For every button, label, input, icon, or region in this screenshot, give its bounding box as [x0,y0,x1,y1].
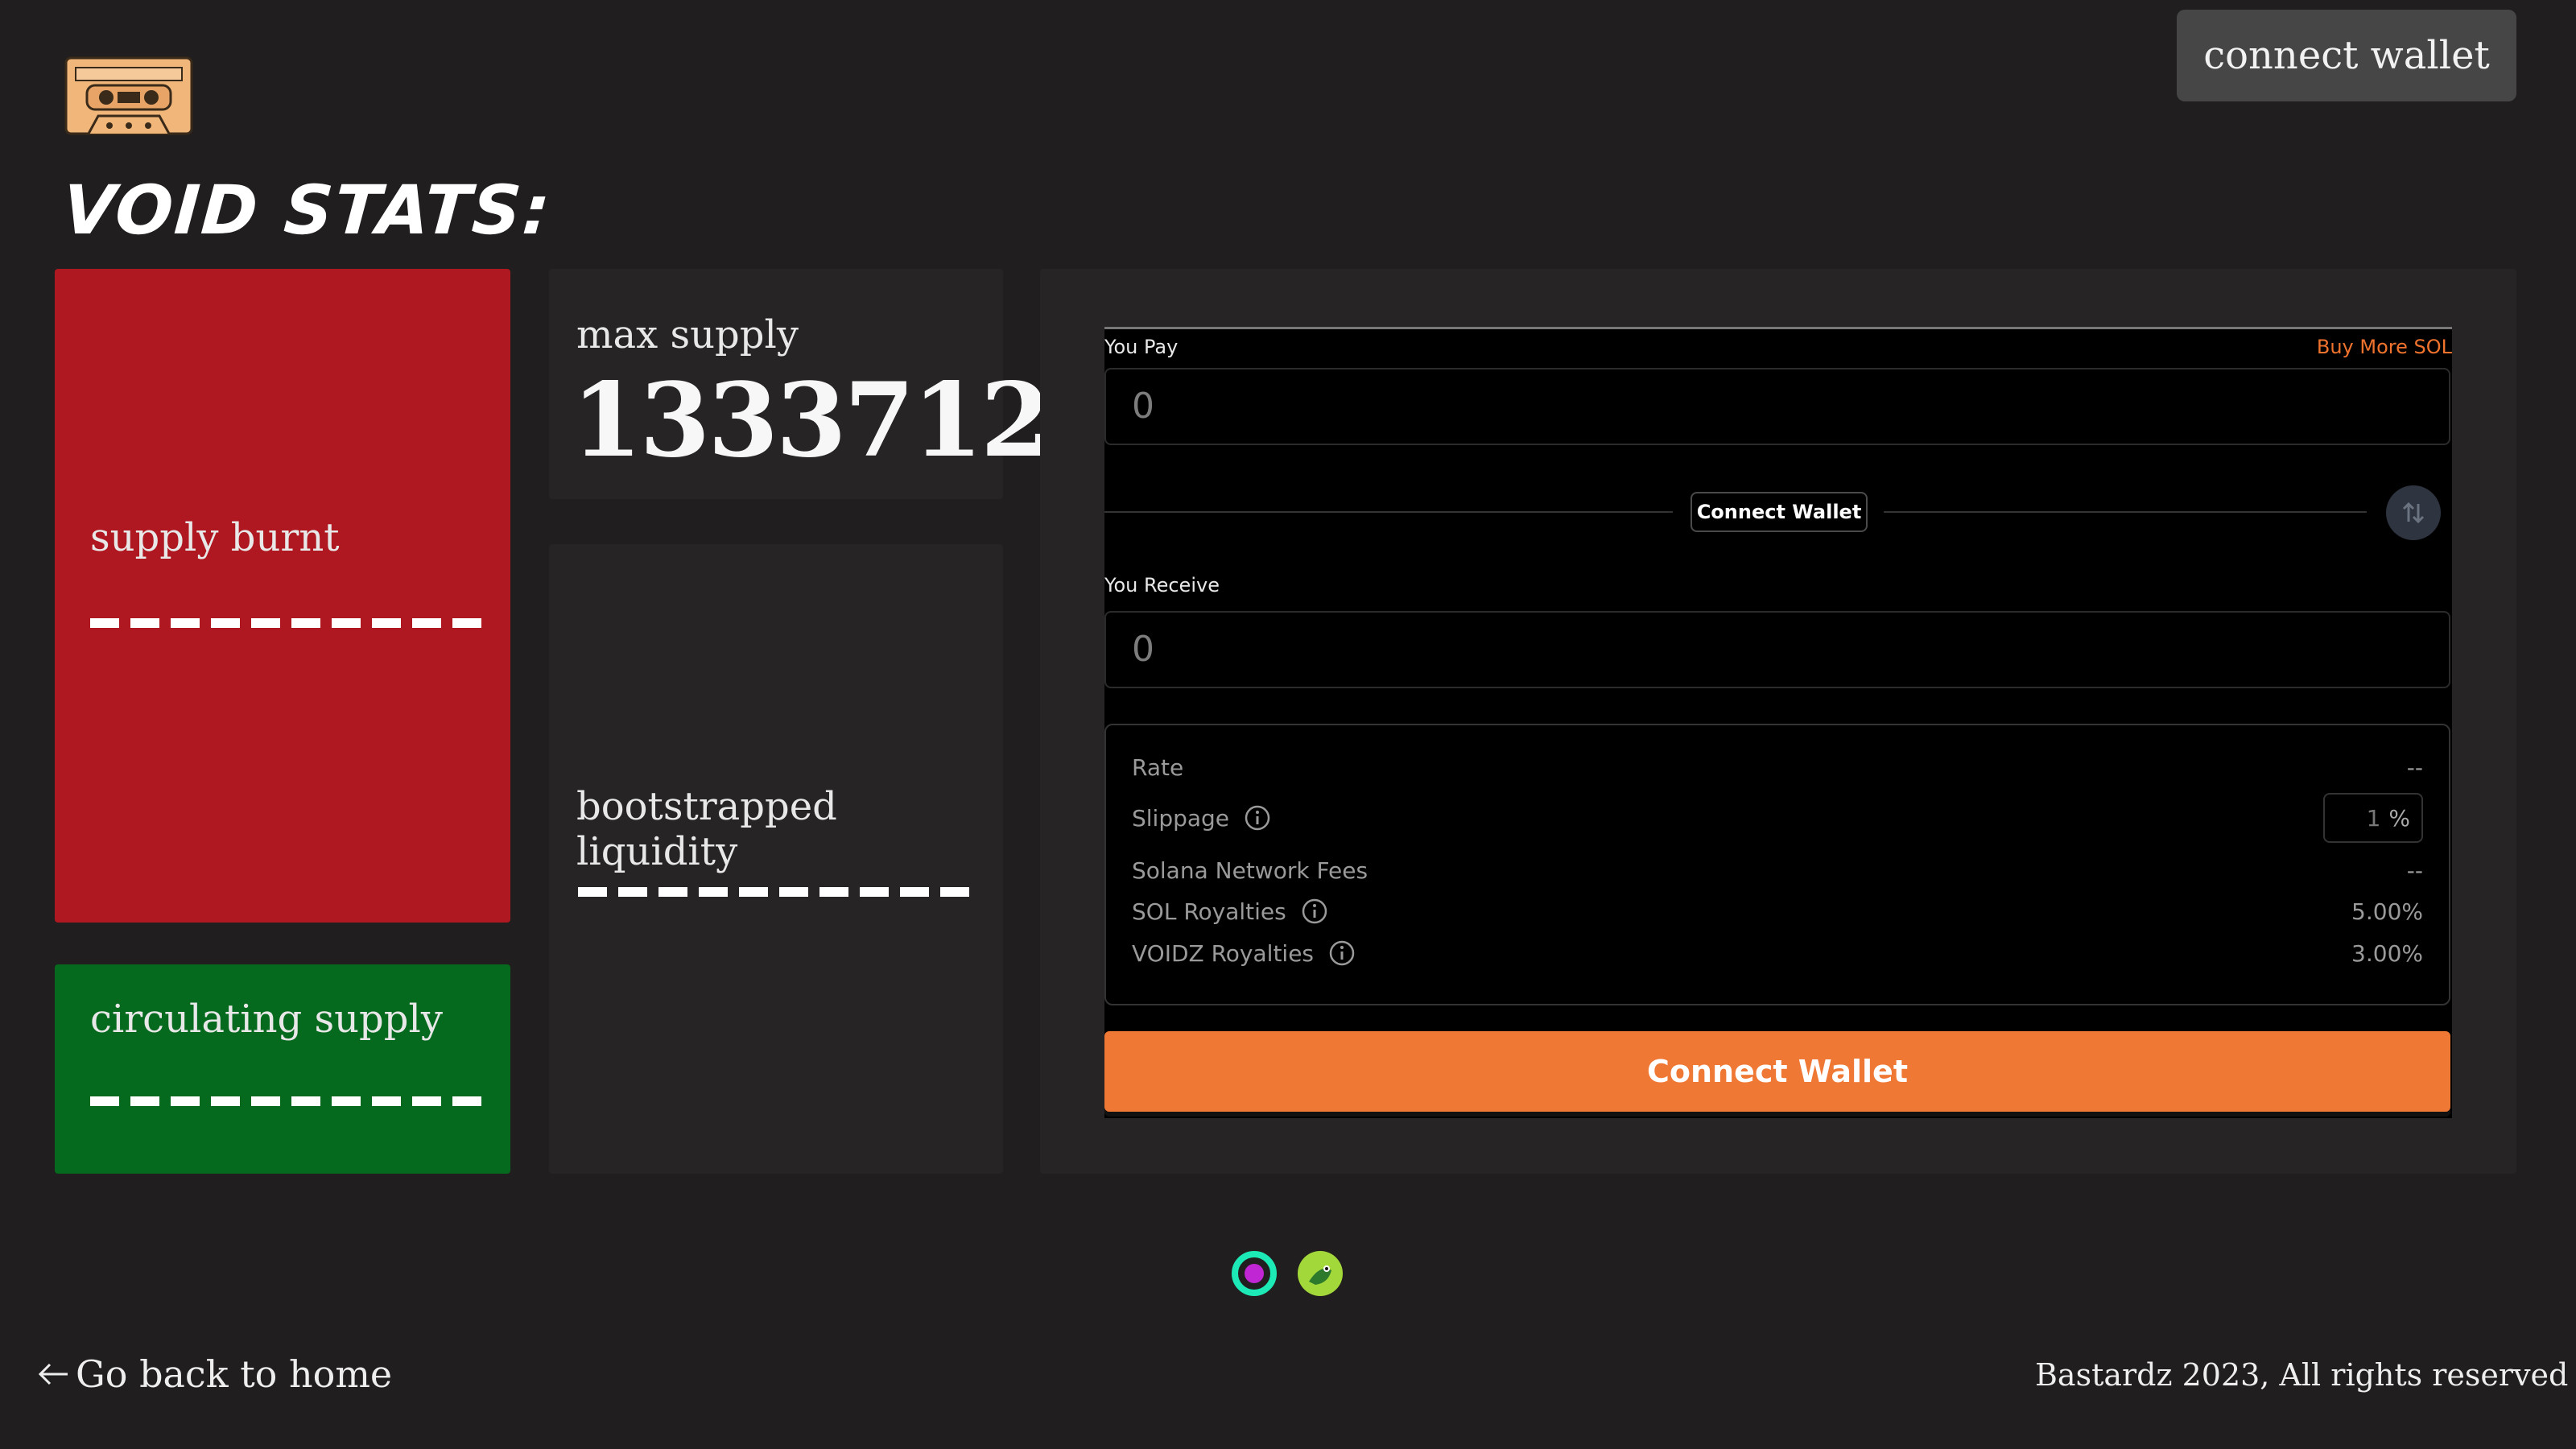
copyright-text: Bastardz 2023, All rights reserved [2035,1357,2569,1393]
divider-right [1884,511,2367,513]
swap-widget: You Pay Buy More SOL 0 Connect Wallet Yo… [1104,327,2452,1118]
supply-burnt-card: supply burnt [55,269,510,923]
arrow-left-icon [38,1363,68,1385]
connect-wallet-button[interactable]: connect wallet [2177,10,2516,101]
page-title: VOID STATS: [60,171,555,250]
max-supply-value: 13337121 [572,361,1119,480]
swap-details: Rate -- Slippage 1 % Solana Network Fees… [1104,724,2450,1005]
network-fees-label: Solana Network Fees [1132,857,1368,884]
info-icon[interactable] [1301,898,1328,925]
slippage-row: Slippage 1 % [1132,793,2423,843]
receive-amount-input[interactable]: 0 [1104,611,2450,688]
max-supply-card: max supply 13337121 [549,269,1119,499]
circulating-supply-value [90,1096,481,1106]
pay-amount-input[interactable]: 0 [1104,368,2450,445]
swap-arrows-icon [2402,502,2425,524]
circulating-supply-card: circulating supply [55,964,510,1174]
partner-ring-icon[interactable] [1230,1249,1278,1298]
rate-label: Rate [1132,754,1184,781]
info-icon[interactable] [1244,804,1271,832]
rate-row: Rate -- [1132,754,2423,781]
supply-burnt-value [90,618,481,628]
voidz-royalties-value: 3.00% [2351,939,2423,967]
bootstrapped-liquidity-card: bootstrapped liquidity [549,544,1003,1174]
slippage-value: 1 [2366,804,2381,832]
cassette-logo [64,56,193,135]
slippage-label: Slippage [1132,804,1230,832]
max-supply-label: max supply [576,312,799,357]
circulating-supply-label: circulating supply [90,997,443,1042]
sol-royalties-row: SOL Royalties 5.00% [1132,898,2423,925]
supply-burnt-label: supply burnt [90,515,340,560]
network-fees-value: -- [2406,857,2423,884]
voidz-royalties-row: VOIDZ Royalties 3.00% [1132,939,2423,967]
connect-wallet-cta-button[interactable]: Connect Wallet [1104,1031,2450,1112]
buy-more-sol-link[interactable]: Buy More SOL [2317,336,2452,358]
bootstrapped-liquidity-value [578,887,969,897]
slippage-input[interactable]: 1 % [2323,793,2423,843]
network-fees-row: Solana Network Fees -- [1132,857,2423,884]
rate-value: -- [2406,754,2423,781]
slippage-unit: % [2388,804,2410,832]
go-back-label: Go back to home [76,1352,393,1396]
voidz-royalties-label: VOIDZ Royalties [1132,939,1315,967]
go-back-link[interactable]: Go back to home [35,1352,392,1396]
info-icon[interactable] [1328,939,1356,967]
connect-wallet-inline-button[interactable]: Connect Wallet [1690,492,1868,532]
bootstrapped-liquidity-label: bootstrapped liquidity [576,784,837,874]
sol-royalties-label: SOL Royalties [1132,898,1286,925]
you-pay-label: You Pay [1104,336,1179,358]
swap-direction-toggle[interactable] [2386,485,2441,540]
partner-frog-icon[interactable] [1296,1249,1344,1298]
divider-left [1104,511,1673,513]
you-receive-label: You Receive [1104,574,1220,597]
sol-royalties-value: 5.00% [2351,898,2423,925]
